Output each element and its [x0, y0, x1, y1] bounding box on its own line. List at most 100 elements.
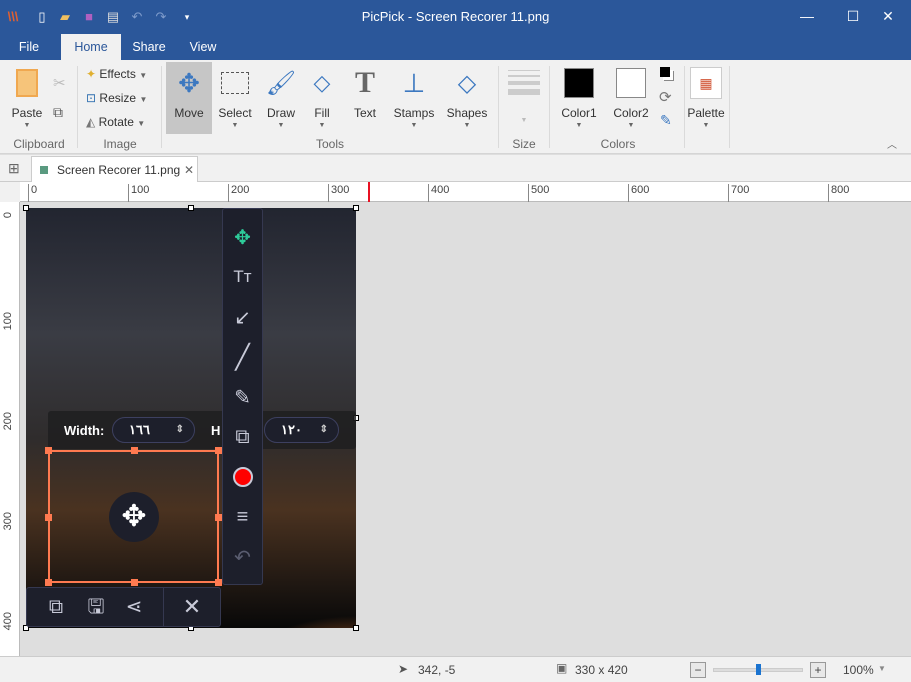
- ruler-label: 400: [2, 612, 14, 631]
- tab-share[interactable]: Share: [125, 34, 173, 60]
- ruler-label: 200: [2, 412, 14, 431]
- color2-label: Color2: [613, 106, 649, 120]
- color1-button[interactable]: Color1 ▼: [559, 62, 599, 134]
- close-button[interactable]: ✕: [865, 0, 911, 32]
- ruler-label: 0: [2, 212, 14, 219]
- stamps-label: Stamps: [393, 106, 435, 120]
- ruler-label: 800: [828, 184, 849, 202]
- image-size-icon: ▣: [556, 661, 568, 675]
- highlighter-tool-icon[interactable]: ✎: [223, 377, 262, 417]
- line-tool-icon[interactable]: ╱: [223, 337, 262, 377]
- ruler-label: 100: [128, 184, 149, 202]
- selection-handle[interactable]: [215, 514, 222, 521]
- zoom-out-button[interactable]: −: [690, 662, 706, 678]
- tools-group-label: Tools: [315, 137, 344, 151]
- size-group-label: Size: [512, 137, 536, 151]
- resize-handle[interactable]: [23, 205, 29, 211]
- grid-view-icon[interactable]: ⊞: [8, 160, 20, 177]
- paste-button[interactable]: Paste ▼: [8, 62, 46, 134]
- ruler-label: 200: [228, 184, 249, 202]
- color1-label: Color1: [561, 106, 597, 120]
- move-selection-handle[interactable]: ✥: [109, 492, 159, 542]
- image-size: 330 x 420: [575, 663, 628, 677]
- copy-icon[interactable]: ⧉: [53, 104, 63, 121]
- window-title: PicPick - Screen Recorer 11.png: [361, 9, 550, 24]
- fill-button[interactable]: ◇ Fill ▼: [305, 62, 339, 134]
- zoom-in-button[interactable]: +: [810, 662, 826, 678]
- tab-view[interactable]: View: [180, 34, 226, 60]
- collapse-ribbon-icon[interactable]: ︿: [887, 136, 897, 151]
- document-icon: [40, 166, 48, 174]
- cut-icon[interactable]: ✂: [53, 74, 66, 92]
- size-button[interactable]: ▼: [508, 70, 540, 124]
- share-action-icon[interactable]: ⋖: [115, 588, 153, 626]
- color1-swatch: [564, 68, 594, 98]
- zoom-level[interactable]: 100%: [843, 663, 874, 677]
- text-tool-icon[interactable]: Tт: [223, 257, 262, 297]
- resize-handle[interactable]: [188, 205, 194, 211]
- paste-icon: [16, 69, 38, 97]
- palette-button[interactable]: ▦ Palette ▼: [686, 62, 726, 134]
- horizontal-ruler: 0 100 200 300 400 500 600 700 800: [20, 182, 911, 202]
- ruler-label: 700: [728, 184, 749, 202]
- zoom-dropdown-icon[interactable]: ▼: [878, 664, 886, 673]
- resize-handle[interactable]: [353, 625, 359, 631]
- tab-home[interactable]: Home: [61, 34, 121, 60]
- resize-icon: ⊡: [86, 91, 97, 105]
- ribbon: Paste ▼ ✂ ⧉ Clipboard ✦ Effects ▼ ⊡ Resiz…: [0, 60, 911, 154]
- default-colors-icon[interactable]: [660, 67, 670, 77]
- annotation-toolbar: ✥ Tт ↙ ╱ ✎ ⧉ ≡ ↶: [222, 208, 263, 585]
- swap-colors-icon[interactable]: ⟳: [659, 88, 672, 106]
- text-label: Text: [353, 106, 376, 120]
- effects-button[interactable]: ✦ Effects ▼: [86, 64, 147, 84]
- resize-handle[interactable]: [353, 205, 359, 211]
- save-action-icon[interactable]: 🖫: [77, 588, 115, 626]
- close-tab-icon[interactable]: ✕: [184, 157, 194, 183]
- color2-button[interactable]: Color2 ▼: [610, 62, 652, 134]
- effects-icon: ✦: [86, 67, 97, 81]
- selection-handle[interactable]: [45, 579, 52, 586]
- height-input[interactable]: ١٢٠ ⇕: [264, 417, 339, 443]
- undo-tool-icon[interactable]: ↶: [223, 537, 262, 577]
- arrow-tool-icon[interactable]: ↙: [223, 297, 262, 337]
- ruler-label: 500: [528, 184, 549, 202]
- action-toolbar: ⧉ 🖫 ⋖ ✕: [26, 587, 221, 627]
- shapes-tool-icon[interactable]: ⧉: [223, 417, 262, 457]
- tab-file[interactable]: File: [8, 34, 50, 60]
- stepper-icon[interactable]: ⇕: [176, 418, 184, 442]
- move-tool-icon[interactable]: ✥: [223, 217, 262, 257]
- color-picker-icon[interactable]: [223, 457, 262, 497]
- line-width-icon[interactable]: ≡: [223, 497, 262, 537]
- eyedropper-icon[interactable]: ✎: [660, 112, 672, 129]
- close-action-icon[interactable]: ✕: [173, 588, 211, 626]
- cursor-marker: [368, 182, 370, 202]
- cursor-icon: ➤: [398, 662, 409, 676]
- draw-button[interactable]: 🖌 Draw ▼: [263, 62, 299, 134]
- selection-handle[interactable]: [45, 447, 52, 454]
- resize-label: Resize: [99, 91, 137, 105]
- width-input[interactable]: ١٦٦ ⇕: [112, 417, 195, 443]
- stamps-button[interactable]: ⊥ Stamps ▼: [391, 62, 437, 134]
- document-tab[interactable]: Screen Recorer 11.png ✕: [31, 156, 198, 182]
- selection-handle[interactable]: [215, 447, 222, 454]
- ribbon-tabs: File Home Share View: [0, 34, 911, 60]
- palette-icon: ▦: [690, 67, 722, 99]
- select-icon: [221, 72, 249, 94]
- move-button[interactable]: ✥ Move: [166, 62, 212, 134]
- rotate-button[interactable]: ◭ Rotate ▼: [86, 112, 145, 132]
- text-icon: T: [354, 66, 375, 99]
- stepper-icon[interactable]: ⇕: [320, 418, 328, 442]
- resize-button[interactable]: ⊡ Resize ▼: [86, 88, 147, 108]
- fill-label: Fill: [314, 106, 330, 120]
- zoom-slider[interactable]: [713, 664, 803, 675]
- selection-handle[interactable]: [215, 579, 222, 586]
- shapes-button[interactable]: ◇ Shapes ▼: [445, 62, 489, 134]
- minimize-button[interactable]: —: [784, 0, 830, 32]
- select-button[interactable]: Select ▼: [217, 62, 253, 134]
- selection-handle[interactable]: [131, 447, 138, 454]
- rotate-label: Rotate: [98, 115, 134, 129]
- selection-handle[interactable]: [131, 579, 138, 586]
- selection-handle[interactable]: [45, 514, 52, 521]
- text-button[interactable]: T Text: [347, 62, 383, 134]
- copy-action-icon[interactable]: ⧉: [37, 588, 75, 626]
